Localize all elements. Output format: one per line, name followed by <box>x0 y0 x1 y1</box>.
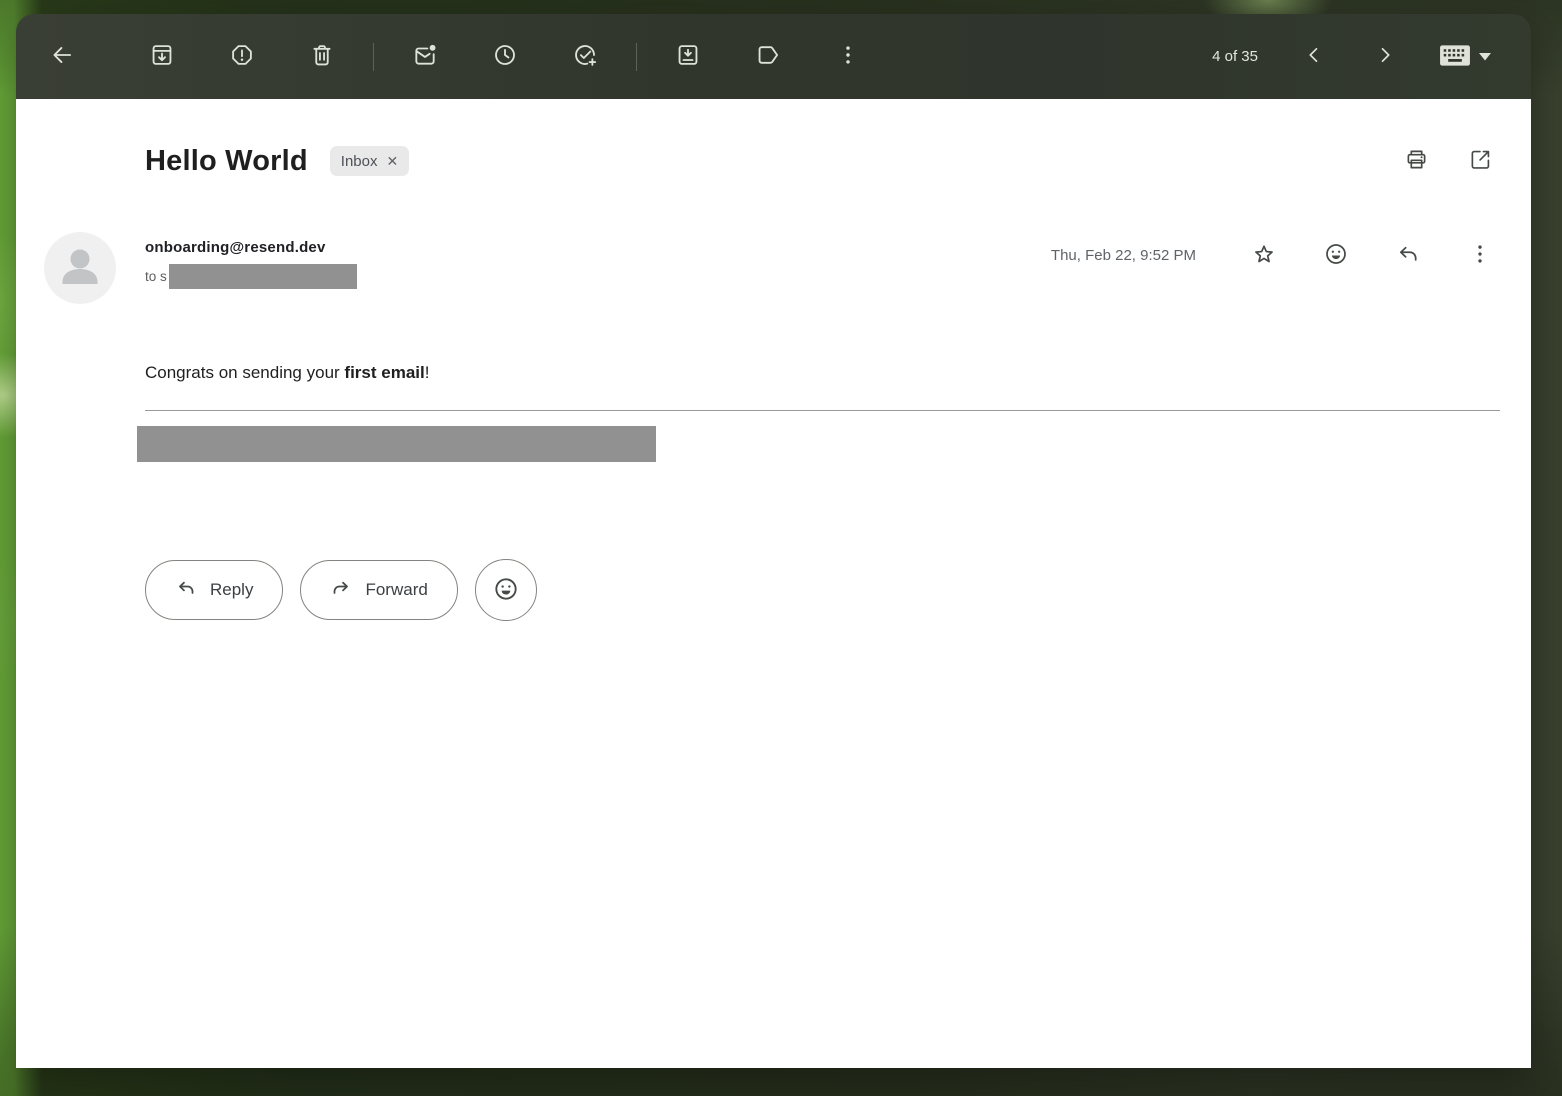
email-toolbar: 4 of 35 <box>16 14 1531 99</box>
caret-down-icon <box>1479 49 1491 64</box>
reply-forward-bar: Reply Forward <box>145 559 1531 621</box>
toolbar-separator <box>373 43 374 71</box>
recipient-row[interactable]: to s <box>145 264 357 289</box>
message-more-button[interactable] <box>1460 235 1500 275</box>
message-date: Thu, Feb 22, 9:52 PM <box>1051 247 1196 264</box>
email-subject: Hello World <box>145 141 308 181</box>
message-header: onboarding@resend.dev to s Thu, Feb 22, … <box>16 181 1531 304</box>
remove-label-icon[interactable]: ✕ <box>386 154 398 168</box>
redacted-recipient <box>169 264 357 289</box>
chevron-right-icon <box>1373 43 1397 70</box>
inbox-label-chip[interactable]: Inbox ✕ <box>330 146 409 176</box>
move-to-icon <box>675 42 701 71</box>
snooze-button[interactable] <box>481 33 529 81</box>
sender-email[interactable]: onboarding@resend.dev <box>145 239 357 256</box>
body-text-bold: first email <box>344 363 424 382</box>
sender-avatar[interactable] <box>44 232 116 304</box>
email-body: Congrats on sending your first email! <box>16 304 1531 383</box>
label-tag-icon <box>755 42 781 71</box>
archive-button[interactable] <box>138 33 186 81</box>
body-text-end: ! <box>425 363 430 382</box>
redacted-content <box>137 426 656 462</box>
forward-arrow-icon <box>330 577 352 604</box>
more-vert-icon <box>1467 241 1493 270</box>
message-meta: Thu, Feb 22, 9:52 PM <box>1051 232 1500 275</box>
labels-button[interactable] <box>744 33 792 81</box>
toolbar-separator <box>636 43 637 71</box>
subject-row: Hello World Inbox ✕ <box>16 99 1531 181</box>
report-spam-button[interactable] <box>218 33 266 81</box>
more-options-button[interactable] <box>824 33 872 81</box>
add-to-tasks-button[interactable] <box>561 33 609 81</box>
older-email-button[interactable] <box>1361 33 1409 81</box>
delete-button[interactable] <box>298 33 346 81</box>
reply-pill-label: Reply <box>210 580 253 600</box>
smiley-icon <box>1323 241 1349 270</box>
open-in-new-icon <box>1468 147 1493 175</box>
back-button[interactable] <box>38 33 86 81</box>
reply-arrow-icon <box>175 577 197 604</box>
emoji-reaction-button[interactable] <box>1316 235 1356 275</box>
chevron-left-icon <box>1302 43 1326 70</box>
archive-icon <box>149 42 175 71</box>
forward-pill-label: Forward <box>365 580 427 600</box>
smiley-icon <box>492 575 520 606</box>
sender-block: onboarding@resend.dev to s <box>145 232 357 289</box>
newer-email-button[interactable] <box>1290 33 1338 81</box>
forward-pill-button[interactable]: Forward <box>300 560 457 620</box>
open-in-new-window-button[interactable] <box>1460 141 1500 181</box>
subject-actions <box>1396 141 1500 181</box>
printer-icon <box>1404 147 1429 175</box>
body-text: Congrats on sending your <box>145 363 344 382</box>
input-tools-button[interactable] <box>1429 33 1501 81</box>
reply-pill-button[interactable]: Reply <box>145 560 283 620</box>
recipient-text: to s <box>145 269 167 284</box>
mark-unread-icon <box>412 42 438 71</box>
add-reaction-button[interactable] <box>475 559 537 621</box>
reply-arrow-icon <box>1395 241 1421 270</box>
inbox-label-text: Inbox <box>341 153 378 170</box>
mark-unread-button[interactable] <box>401 33 449 81</box>
more-vert-icon <box>835 42 861 71</box>
person-icon <box>44 230 116 307</box>
email-view: Hello World Inbox ✕ <box>16 99 1531 1068</box>
snooze-clock-icon <box>492 42 518 71</box>
move-to-button[interactable] <box>664 33 712 81</box>
star-button[interactable] <box>1244 235 1284 275</box>
print-button[interactable] <box>1396 141 1436 181</box>
reply-button[interactable] <box>1388 235 1428 275</box>
keyboard-icon <box>1439 44 1471 70</box>
back-arrow-icon <box>49 42 75 71</box>
add-to-tasks-icon <box>572 42 598 71</box>
trash-icon <box>309 42 335 71</box>
gmail-window: 4 of 35 <box>16 14 1531 1068</box>
star-icon <box>1251 241 1277 270</box>
pagination-controls: 4 of 35 <box>1212 33 1501 81</box>
report-spam-icon <box>229 42 255 71</box>
body-divider <box>145 410 1500 411</box>
pagination-text: 4 of 35 <box>1212 48 1258 65</box>
